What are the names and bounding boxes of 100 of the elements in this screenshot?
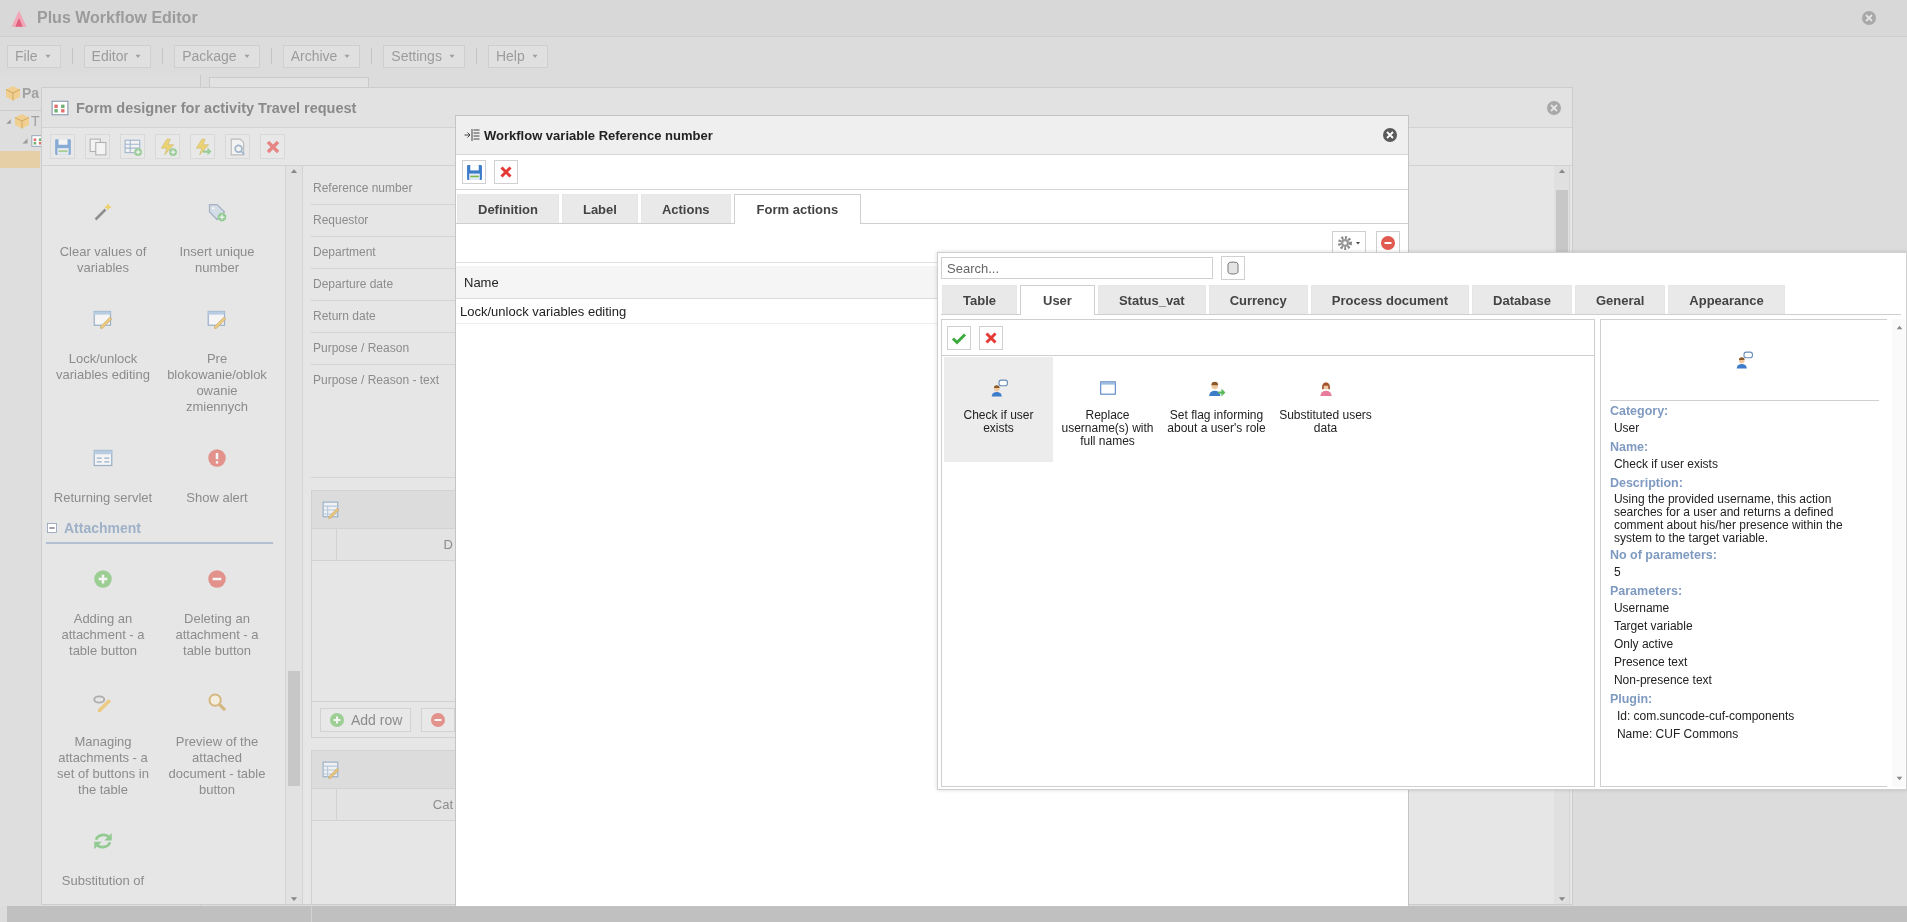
section-title: Attachment (64, 520, 141, 536)
palette-item[interactable]: Show alert (160, 448, 274, 506)
database-button[interactable] (1221, 256, 1245, 280)
gear-icon (1336, 235, 1353, 251)
tab[interactable]: Appearance (1668, 285, 1785, 314)
save-button[interactable] (50, 134, 75, 159)
vertical-scrollbar[interactable] (1892, 319, 1906, 787)
remove-button[interactable] (1376, 231, 1400, 255)
tab[interactable]: Actions (640, 194, 731, 223)
tab[interactable]: Table (942, 285, 1017, 314)
palette-item[interactable]: Deleting an attachment - a table button (160, 569, 274, 659)
save-button[interactable] (462, 160, 486, 184)
selected-tree-row[interactable] (0, 151, 40, 168)
document-tab[interactable] (209, 77, 369, 87)
close-icon (1546, 99, 1562, 116)
settings-button[interactable] (1332, 231, 1366, 255)
menu-button[interactable]: Archive (282, 44, 361, 68)
refresh-icon (93, 831, 113, 851)
user-speech-icon (1735, 351, 1754, 369)
detail-text: 5 (1612, 564, 1622, 581)
copy-button[interactable] (85, 134, 110, 159)
app-title: Plus Workflow Editor (37, 9, 198, 27)
tab[interactable]: Form actions (733, 194, 862, 224)
form-icon (51, 98, 69, 117)
cube-icon (14, 113, 30, 129)
column-header[interactable]: Name (464, 274, 499, 290)
tag-plus-icon (207, 202, 227, 222)
table-pencil-icon (322, 760, 340, 779)
alert-icon (207, 448, 227, 468)
action-item[interactable]: Check if user exists (944, 357, 1053, 462)
add-action-button[interactable] (155, 134, 180, 159)
delete-button[interactable] (260, 134, 285, 159)
tab[interactable]: Label (561, 194, 638, 223)
detail-text: Non-presence text (1612, 672, 1713, 689)
window-title: Form designer for activity Travel request (76, 99, 357, 116)
run-action-button[interactable] (190, 134, 215, 159)
palette-item[interactable]: Pre blokowanie/oblokowanie zmiennych (160, 309, 274, 415)
section-header[interactable]: Attachment (46, 514, 273, 544)
detail-text: Using the provided username, this action searches for a user and returns a defined comment about his/her presence within the system to the target variable. (1612, 493, 1844, 545)
detail-text: Target variable (1612, 618, 1694, 635)
pencil-icon (93, 692, 113, 712)
lightning-arrow-icon (193, 137, 212, 156)
form-pencil-icon (93, 309, 113, 329)
plus-icon (93, 569, 113, 589)
detail-heading: Description: (1609, 475, 1684, 491)
tab[interactable]: Currency (1208, 285, 1308, 314)
expanded-arrow-icon (20, 136, 30, 146)
palette-item[interactable]: Adding an attachment - a table button (46, 569, 160, 659)
tab[interactable]: User (1020, 285, 1095, 315)
detail-text: Presence text (1612, 654, 1689, 671)
menu-button[interactable]: File (7, 44, 61, 68)
search-field[interactable]: Search... (941, 257, 1213, 279)
detail-heading: No of parameters: (1609, 547, 1718, 563)
palette-item[interactable]: Clear values of variables (46, 202, 160, 276)
menu-button[interactable]: Settings (383, 44, 465, 68)
palette-item[interactable]: Returning servlet (46, 448, 160, 506)
delete-row-button[interactable] (421, 707, 456, 732)
copy-icon (88, 137, 107, 156)
menu-button[interactable]: Editor (83, 44, 152, 68)
preview-button[interactable] (225, 134, 250, 159)
detail-text: Id: com.suncode-cuf-components (1615, 708, 1796, 725)
table-cell: Lock/unlock variables editing (460, 303, 627, 319)
menu-button[interactable]: Help (487, 44, 548, 68)
palette-item[interactable]: Preview of the attached document - table button (160, 692, 274, 798)
vertical-scrollbar[interactable] (286, 166, 303, 904)
cancel-button[interactable] (494, 160, 518, 184)
minus-icon (430, 711, 447, 728)
plus-icon (329, 711, 345, 728)
cancel-button[interactable] (979, 325, 1003, 350)
detail-heading: Parameters: (1609, 583, 1684, 599)
confirm-button[interactable] (947, 325, 971, 350)
tab[interactable]: Status_vat (1097, 285, 1206, 314)
palette-item[interactable]: Substitution of (46, 831, 160, 889)
action-item[interactable]: Substituted users data (1271, 357, 1380, 462)
tab[interactable]: Process document (1310, 285, 1470, 314)
horizontal-scrollbar[interactable] (7, 906, 1907, 922)
tab[interactable]: Database (1472, 285, 1572, 314)
page-magnifier-icon (228, 137, 247, 156)
palette-item[interactable]: Insert unique number (160, 202, 274, 276)
add-table-button[interactable] (120, 134, 145, 159)
scroll-up-arrow-icon (1894, 323, 1904, 332)
cross-icon (498, 164, 514, 180)
list-window-icon (93, 448, 113, 468)
palette-item[interactable]: Lock/unlock variables editing (46, 309, 160, 415)
add-row-button[interactable]: Add row (320, 707, 412, 732)
close-button[interactable] (1382, 127, 1398, 143)
detail-text: User (1612, 420, 1641, 437)
tab[interactable]: Definition (457, 194, 559, 223)
table-pencil-icon (322, 500, 340, 519)
palette-item[interactable]: Managing attachments - a set of buttons in the table (46, 692, 160, 798)
minus-icon (1380, 235, 1396, 251)
menu-button[interactable]: Package (174, 44, 260, 68)
caret-icon (1353, 239, 1362, 247)
tab[interactable]: General (1574, 285, 1666, 314)
scrollbar-thumb[interactable] (288, 671, 300, 786)
action-item[interactable]: Set flag informing about a user's role (1162, 357, 1271, 462)
tree-item[interactable]: T (31, 113, 40, 129)
magnifier-icon (207, 692, 227, 712)
form-pencil-icon (207, 309, 227, 329)
action-item[interactable]: Replace username(s) with full names (1053, 357, 1162, 462)
